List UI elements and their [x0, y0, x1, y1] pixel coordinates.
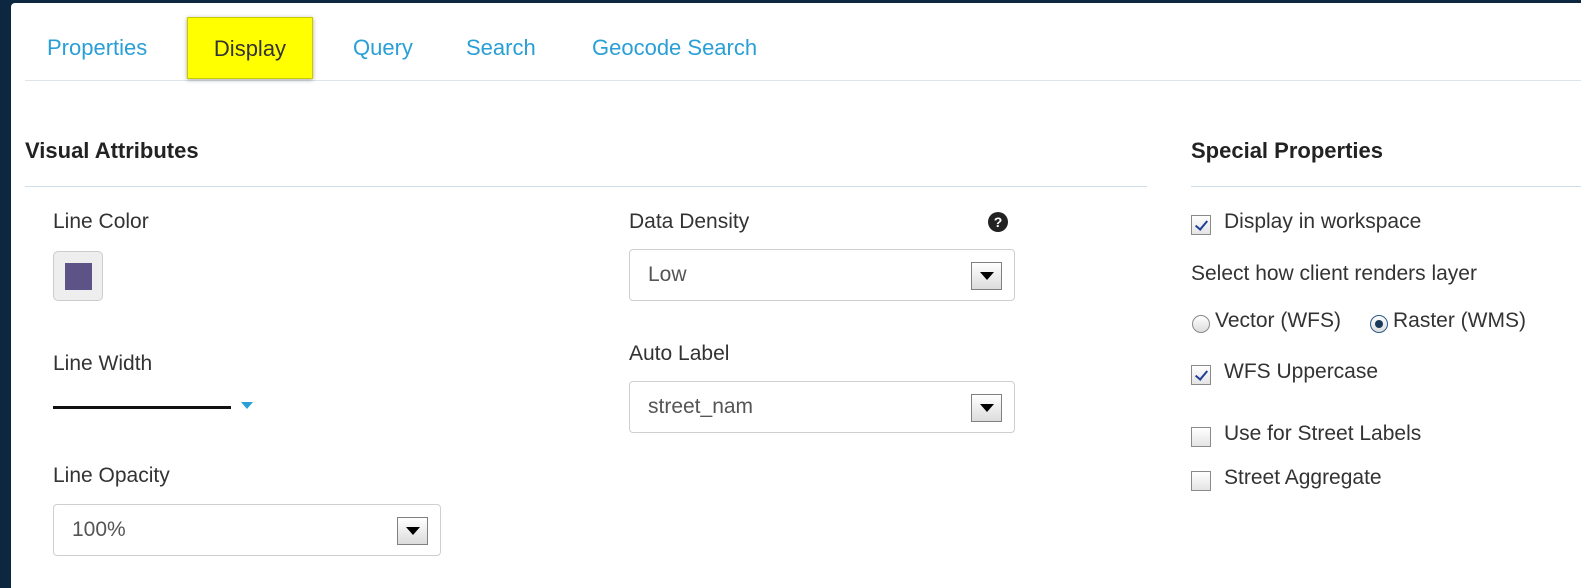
auto-label-label: Auto Label [629, 342, 730, 365]
special-properties-title: Special Properties [1191, 138, 1383, 163]
line-width-selector[interactable] [53, 399, 263, 419]
line-color-swatch [65, 263, 92, 290]
wfs-uppercase-label: WFS Uppercase [1224, 360, 1379, 383]
data-density-label: Data Density [629, 210, 750, 233]
street-aggregate-checkbox[interactable] [1191, 471, 1211, 491]
visual-attributes-divider [25, 186, 1147, 187]
dropdown-arrow-icon[interactable] [397, 517, 428, 545]
tab-query[interactable]: Query [331, 17, 435, 79]
dropdown-arrow-icon[interactable] [971, 262, 1002, 290]
display-in-workspace-label: Display in workspace [1224, 210, 1422, 233]
line-width-label: Line Width [53, 352, 153, 375]
render-mode-prompt: Select how client renders layer [1191, 262, 1477, 285]
data-density-select[interactable]: Low [629, 249, 1015, 301]
tab-geocode-search[interactable]: Geocode Search [570, 17, 779, 79]
visual-attributes-title: Visual Attributes [25, 138, 199, 163]
special-properties-divider [1191, 186, 1581, 187]
wfs-uppercase-checkbox[interactable] [1191, 365, 1211, 385]
street-labels-label: Use for Street Labels [1224, 422, 1422, 445]
auto-label-select[interactable]: street_nam [629, 381, 1015, 433]
line-color-label: Line Color [53, 210, 149, 233]
line-opacity-label: Line Opacity [53, 464, 170, 487]
raster-wms-radio[interactable] [1370, 315, 1388, 333]
question-circle-icon[interactable]: ? [988, 212, 1008, 232]
tab-properties[interactable]: Properties [25, 17, 169, 79]
vector-wfs-label: Vector (WFS) [1215, 309, 1342, 332]
caret-down-icon[interactable] [241, 402, 253, 409]
data-density-value: Low [648, 263, 687, 286]
street-aggregate-label: Street Aggregate [1224, 466, 1382, 489]
tab-bar: Properties Display Query Search Geocode … [25, 3, 1581, 81]
street-labels-checkbox[interactable] [1191, 427, 1211, 447]
tab-display[interactable]: Display [187, 17, 313, 79]
tab-search[interactable]: Search [444, 17, 558, 79]
dropdown-arrow-icon[interactable] [971, 394, 1002, 422]
raster-wms-label: Raster (WMS) [1393, 309, 1526, 332]
line-opacity-select[interactable]: 100% [53, 504, 441, 556]
line-opacity-value: 100% [72, 518, 126, 541]
layer-settings-panel: Properties Display Query Search Geocode … [11, 3, 1581, 588]
line-width-preview [53, 406, 231, 409]
vector-wfs-radio[interactable] [1192, 315, 1210, 333]
display-in-workspace-checkbox[interactable] [1191, 215, 1211, 235]
auto-label-value: street_nam [648, 395, 754, 418]
line-color-picker[interactable] [53, 251, 103, 301]
